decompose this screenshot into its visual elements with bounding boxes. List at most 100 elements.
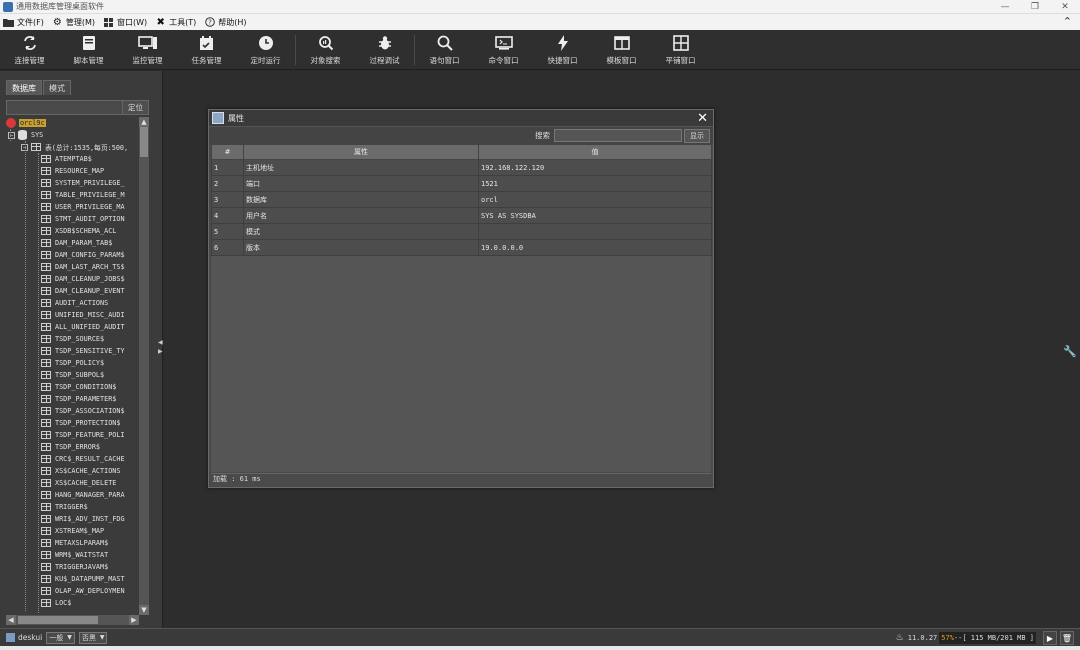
menu-window[interactable]: 窗口(W) [103,17,147,28]
database-navigator-panel: 数据库 模式 定位 orcl9c − SYS − 表(总计:1535,每页:50… [0,71,163,628]
menu-manage[interactable]: ⚙ 管理(M) [52,17,95,28]
schema-label: SYS [31,131,44,139]
user-label: deskui [18,633,43,642]
reconnect-icon [22,34,38,52]
toolbar-statement-window[interactable]: 语句窗口 [415,30,474,70]
trash-icon[interactable]: 🗑 [1060,631,1074,645]
toolbar-command-window[interactable]: 命令窗口 [474,30,533,70]
close-button[interactable]: ✕ [1050,0,1080,14]
column-header-index[interactable]: # [211,144,244,160]
search-input[interactable] [554,129,682,142]
collapse-toolbar-icon[interactable]: ⌃ [1063,15,1072,28]
table-label: CRC$_RESULT_CACHE [55,455,125,463]
theme-select[interactable]: 否黑 ▼ [78,631,108,644]
cell-property: 模式 [243,223,479,240]
tree-guide-line [10,129,11,141]
table-label: DAM_CONFIG_PARAM$ [55,251,125,259]
search-label: 搜索 [535,131,550,140]
restore-button[interactable]: ❐ [1020,0,1050,14]
table-label: TRIGGERJAVAM$ [55,563,109,571]
table-row[interactable]: 5 模式 [211,223,712,240]
scroll-up-icon[interactable]: ▲ [139,117,149,127]
table-icon [41,383,51,391]
table-label: TABLE_PRIVILEGE_M [55,191,125,199]
toolbar-scheduled-run[interactable]: 定时运行 [236,30,295,70]
scroll-thumb[interactable] [140,127,148,157]
menu-help[interactable]: ? 帮助(H) [204,17,247,28]
connection-label: orcl9c [19,119,46,127]
cell-value: orcl [478,191,712,208]
table-row[interactable]: 3 数据库 orcl [211,191,712,208]
toolbar-task-manage[interactable]: 任务管理 [177,30,236,70]
table-label: KU$_DATAPUMP_MAST [55,575,125,583]
toolbar-connection-manage[interactable]: 连接管理 [0,30,59,70]
tree-vertical-scrollbar[interactable]: ▲ ▼ [139,117,149,615]
table-row[interactable]: 2 端口 1521 [211,175,712,192]
locate-button[interactable]: 定位 [123,100,149,115]
dialog-title: 属性 [228,113,244,123]
menu-tools[interactable]: ✖ 工具(T) [155,17,196,28]
dialog-search-row: 搜索 显示 [209,127,713,144]
toolbar-procedure-debug[interactable]: 过程调试 [355,30,414,70]
tab-database[interactable]: 数据库 [6,80,42,95]
help-icon: ? [204,17,215,28]
run-gc-button[interactable]: ▶ [1043,631,1057,645]
close-icon[interactable]: ✕ [697,111,708,126]
table-label: USER_PRIVILEGE_MA [55,203,125,211]
mode-select[interactable]: 一般 ▼ [46,631,75,644]
navigator-search-row: 定位 [6,100,149,115]
column-header-property[interactable]: 属性 [243,144,479,160]
tables-node-label: 表(总计:1535,每页:500, [45,144,129,152]
table-label: TSDP_SUBPOL$ [55,371,105,379]
title-bar: 通用数据库管理桌面软件 — ❐ ✕ [0,0,1080,14]
scroll-thumb[interactable] [18,616,98,624]
table-icon [41,191,51,199]
table-label: WRI$_ADV_INST_FDG [55,515,125,523]
table-row[interactable]: 4 用户名 SYS AS SYSDBA [211,207,712,224]
table-row[interactable]: 6 版本 19.0.0.0.0 [211,239,712,256]
scroll-left-icon[interactable]: ◀ [6,615,16,625]
toolbar-tile-window[interactable]: 平铺窗口 [651,30,710,70]
wrench-icon[interactable]: 🔧 [1063,345,1077,358]
table-icon [41,347,51,355]
show-button[interactable]: 显示 [684,128,710,143]
table-icon [41,395,51,403]
toolbar-object-search[interactable]: 对象搜索 [296,30,355,70]
database-icon [18,130,27,140]
search-icon [437,34,453,52]
table-icon [41,599,51,607]
toolbar-template-window[interactable]: 模板窗口 [592,30,651,70]
cell-property: 数据库 [243,191,479,208]
column-header-value[interactable]: 值 [478,144,712,160]
svg-text:?: ? [208,19,212,27]
dialog-title-bar: 属性 ✕ [209,110,713,127]
table-folder-icon [31,143,41,151]
table-label: AUDIT_ACTIONS [55,299,109,307]
menu-file[interactable]: 文件(F) [3,17,44,28]
tree-node-schema[interactable]: − SYS [6,129,139,141]
toolbar-quick-window[interactable]: 快捷窗口 [533,30,592,70]
properties-table-body: 1 主机地址 192.168.122.120 2 端口 1521 3 数据库 orcl 4 用户名 S… [211,159,712,256]
table-label: XS$CACHE_DELETE [55,479,117,487]
cell-value: SYS AS SYSDBA [478,207,712,224]
table-label: LOC$ [55,599,72,607]
tree-horizontal-scrollbar[interactable]: ◀ ▶ [6,615,139,625]
tree-node-connection[interactable]: orcl9c [6,117,139,129]
minimize-button[interactable]: — [990,0,1020,14]
table-icon [41,515,51,523]
table-row[interactable]: 1 主机地址 192.168.122.120 [211,159,712,176]
toolbar-script-manage[interactable]: 脚本管理 [59,30,118,70]
panel-splitter[interactable]: ◀ ▶ [158,338,163,356]
table-icon [41,587,51,595]
table-icon [41,371,51,379]
table-icon [41,299,51,307]
table-icon [41,227,51,235]
scroll-right-icon[interactable]: ▶ [129,615,139,625]
navigator-search-input[interactable] [6,100,123,115]
table-label: TSDP_SOURCE$ [55,335,105,343]
table-label: XS$CACHE_ACTIONS [55,467,121,475]
toolbar-monitor-manage[interactable]: 监控管理 [118,30,177,70]
tab-schema[interactable]: 模式 [43,80,71,95]
object-search-icon [318,34,334,52]
scroll-down-icon[interactable]: ▼ [139,605,149,615]
